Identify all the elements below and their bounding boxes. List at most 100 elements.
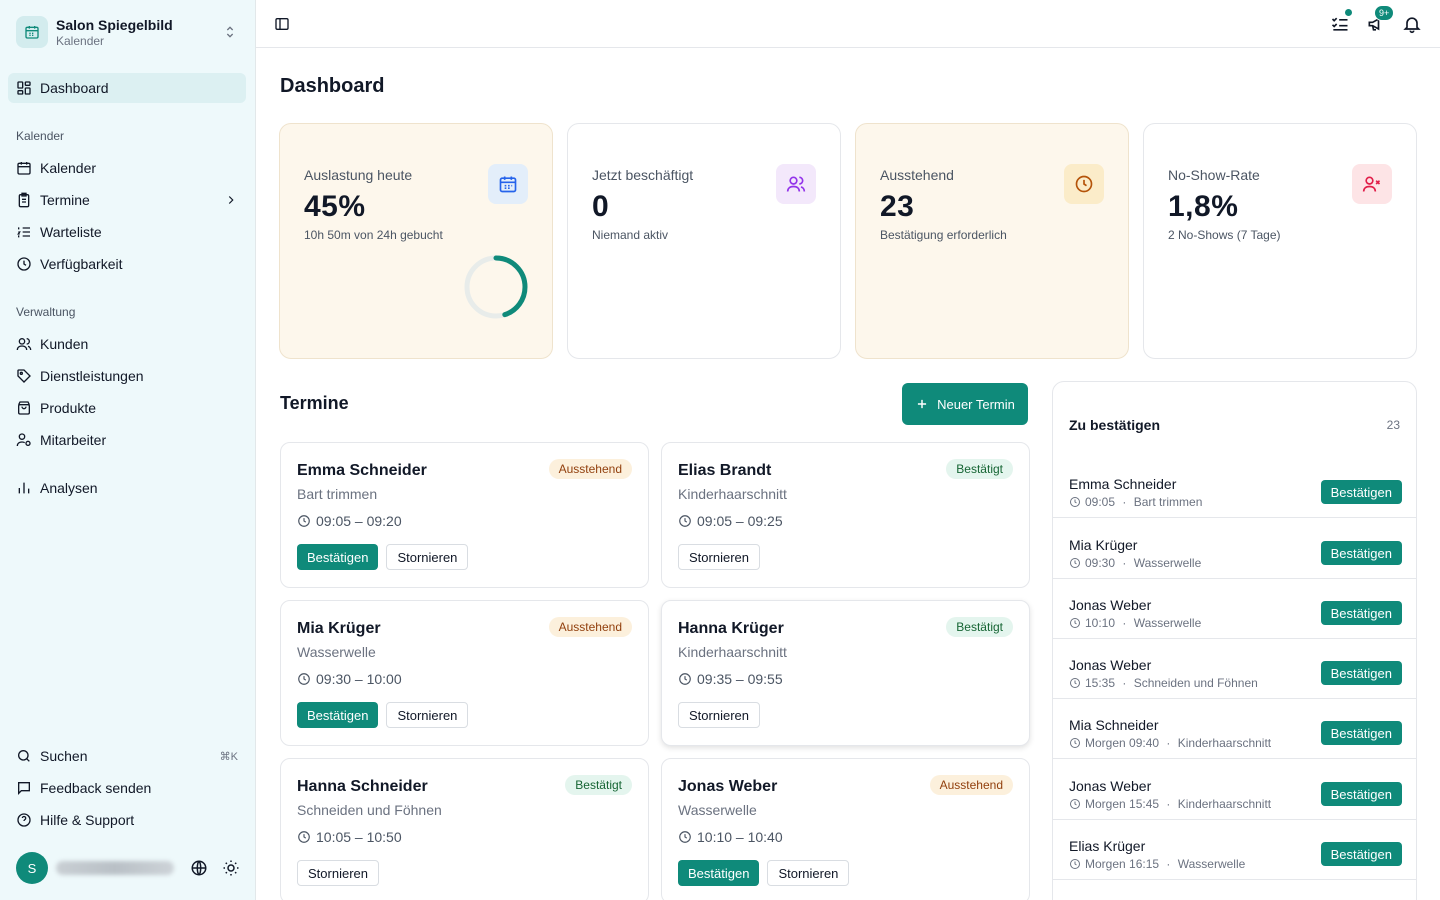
sidebar-item-services[interactable]: Dienstleistungen: [8, 361, 246, 391]
confirm-button[interactable]: Bestätigen: [1320, 661, 1402, 685]
tasks-button[interactable]: [1330, 8, 1353, 34]
status-badge: Bestätigt: [946, 617, 1013, 637]
clock-icon: [1070, 497, 1080, 507]
shopping-bag-icon: [18, 401, 30, 415]
calendar-icon: [488, 164, 528, 204]
cancel-button[interactable]: Stornieren: [386, 544, 469, 570]
clock-icon: [17, 257, 31, 271]
clipboard-icon: [18, 192, 30, 208]
chevron-right-icon: [228, 196, 234, 204]
workspace-name: Salon Spiegelbild: [56, 16, 173, 33]
workspace-subtitle: Kalender: [56, 33, 105, 48]
appointment-card[interactable]: Elias Brandt Kinderhaarschnitt 09:05 – 0…: [661, 442, 1030, 588]
clock-icon: [1070, 738, 1080, 748]
confirm-button[interactable]: Bestätigen: [1320, 601, 1402, 625]
avatar[interactable]: S: [16, 852, 48, 884]
list-item[interactable]: Mia Schneider Morgen 09:40 · Kinderhaarsc…: [1053, 699, 1416, 759]
stat-card-busy: Jetzt beschäftigt 0 Niemand aktiv: [567, 123, 841, 359]
globe-icon[interactable]: [190, 859, 208, 877]
to-confirm-panel: Zu bestätigen 23 Emma Schneider 09:05 · B…: [1052, 381, 1417, 900]
calendar-logo-icon: [16, 16, 48, 48]
users-icon: [16, 338, 32, 351]
confirm-button[interactable]: Bestätigen: [1320, 480, 1402, 504]
list-item[interactable]: Jonas Weber 10:10 · Wasserwelle Bestätigen: [1053, 579, 1416, 639]
confirm-button[interactable]: Bestätigen: [297, 702, 379, 728]
sidebar-item-feedback[interactable]: Feedback senden: [8, 773, 246, 803]
clock-icon: [298, 831, 310, 843]
confirm-button[interactable]: Bestätigen: [1320, 782, 1402, 806]
to-confirm-count: 23: [1386, 418, 1400, 432]
calendar-icon: [17, 162, 31, 175]
user-cog-icon: [16, 433, 31, 447]
chevron-up-down-icon: [226, 26, 234, 38]
clock-icon: [1070, 618, 1080, 628]
clock-icon: [298, 673, 310, 685]
status-badge: Ausstehend: [548, 617, 632, 637]
help-circle-icon: [17, 813, 31, 827]
nav-group-calendar: Kalender: [16, 129, 65, 143]
confirm-button[interactable]: Bestätigen: [1320, 721, 1402, 745]
sidebar-item-search[interactable]: Suchen ⌘K: [8, 741, 246, 771]
sidebar-item-products[interactable]: Produkte: [8, 393, 246, 423]
appointments-section-title: Termine: [280, 393, 349, 413]
sidebar-item-availability[interactable]: Verfügbarkeit: [8, 249, 246, 279]
cancel-button[interactable]: Stornieren: [386, 702, 469, 728]
appointment-card[interactable]: Hanna Schneider Schneiden und Föhnen 10:…: [280, 758, 649, 900]
clock-icon: [1070, 678, 1080, 688]
status-badge: Bestätigt: [946, 459, 1013, 479]
new-appointment-button[interactable]: Neuer Termin: [902, 383, 1028, 425]
appointment-card[interactable]: Emma Schneider Bart trimmen 09:05 – 09:2…: [280, 442, 649, 588]
sidebar-item-analytics[interactable]: Analysen: [8, 473, 246, 503]
stat-card-utilization: Auslastung heute 45% 10h 50m von 24h geb…: [279, 123, 553, 359]
topbar: 9+: [256, 0, 1440, 48]
sidebar-toggle-icon[interactable]: [274, 16, 290, 32]
list-item[interactable]: Mia Krüger 09:30 · Wasserwelle Bestätigen: [1053, 519, 1416, 579]
cancel-button[interactable]: Stornieren: [678, 544, 760, 570]
sidebar-item-staff[interactable]: Mitarbeiter: [8, 425, 246, 455]
cancel-button[interactable]: Stornieren: [297, 860, 379, 886]
search-shortcut: ⌘K: [219, 750, 238, 763]
sidebar-item-appointments[interactable]: Termine: [8, 185, 246, 215]
list-item[interactable]: Elias Krüger Morgen 16:15 · Wasserwelle Be…: [1053, 820, 1416, 880]
cancel-button[interactable]: Stornieren: [767, 860, 850, 886]
clock-icon: [298, 515, 310, 527]
confirm-button[interactable]: Bestätigen: [1320, 541, 1402, 565]
stat-card-pending: Ausstehend 23 Bestätigung erforderlich: [855, 123, 1129, 359]
sidebar-item-help[interactable]: Hilfe & Support: [8, 805, 246, 835]
user-x-icon: [1352, 164, 1392, 204]
search-icon: [18, 750, 30, 762]
cancel-button[interactable]: Stornieren: [678, 702, 760, 728]
sidebar-item-calendar[interactable]: Kalender: [8, 153, 246, 183]
user-menu[interactable]: S: [16, 852, 248, 884]
list-item[interactable]: Emma Schneider 09:05 · Bart trimmen Bestät…: [1053, 458, 1416, 518]
list-checks-icon: [1331, 17, 1348, 31]
dashboard-icon: [17, 81, 31, 95]
workspace-switcher[interactable]: Salon Spiegelbild Kalender: [16, 15, 248, 49]
confirm-button[interactable]: Bestätigen: [678, 860, 760, 886]
utilization-ring: [464, 255, 528, 319]
page-title: Dashboard: [280, 75, 385, 97]
confirm-button[interactable]: Bestätigen: [1320, 842, 1402, 866]
status-badge: Ausstehend: [548, 459, 632, 479]
appointment-card[interactable]: Hanna Krüger Kinderhaarschnitt 09:35 – 0…: [661, 600, 1030, 746]
status-badge: Ausstehend: [929, 775, 1013, 795]
sidebar: Salon Spiegelbild Kalender Dashboard Kal…: [0, 0, 256, 900]
sun-icon[interactable]: [222, 859, 240, 877]
sidebar-item-waitlist[interactable]: Warteliste: [8, 217, 246, 247]
status-badge: Bestätigt: [565, 775, 632, 795]
list-item[interactable]: Jonas Weber 15:35 · Schneiden und Föhnen B…: [1053, 639, 1416, 699]
sidebar-item-customers[interactable]: Kunden: [8, 329, 246, 359]
list-item[interactable]: Jonas Weber Morgen 15:45 · Kinderhaarschn…: [1053, 760, 1416, 820]
appointment-card[interactable]: Jonas Weber Wasserwelle 10:10 – 10:40 Au…: [661, 758, 1030, 900]
users-icon: [776, 164, 816, 204]
list-item[interactable]: Sophie BeckerBestätigen: [1053, 880, 1416, 900]
announcements-button[interactable]: 9+: [1366, 5, 1395, 34]
clock-icon: [1070, 799, 1080, 809]
notifications-button[interactable]: [1402, 14, 1422, 34]
list-ordered-icon: [17, 227, 30, 238]
tag-icon: [17, 369, 31, 383]
appointment-card[interactable]: Mia Krüger Wasserwelle 09:30 – 10:00 Aus…: [280, 600, 649, 746]
sidebar-item-dashboard[interactable]: Dashboard: [8, 73, 246, 103]
confirm-button[interactable]: Bestätigen: [297, 544, 379, 570]
message-square-icon: [18, 782, 30, 795]
